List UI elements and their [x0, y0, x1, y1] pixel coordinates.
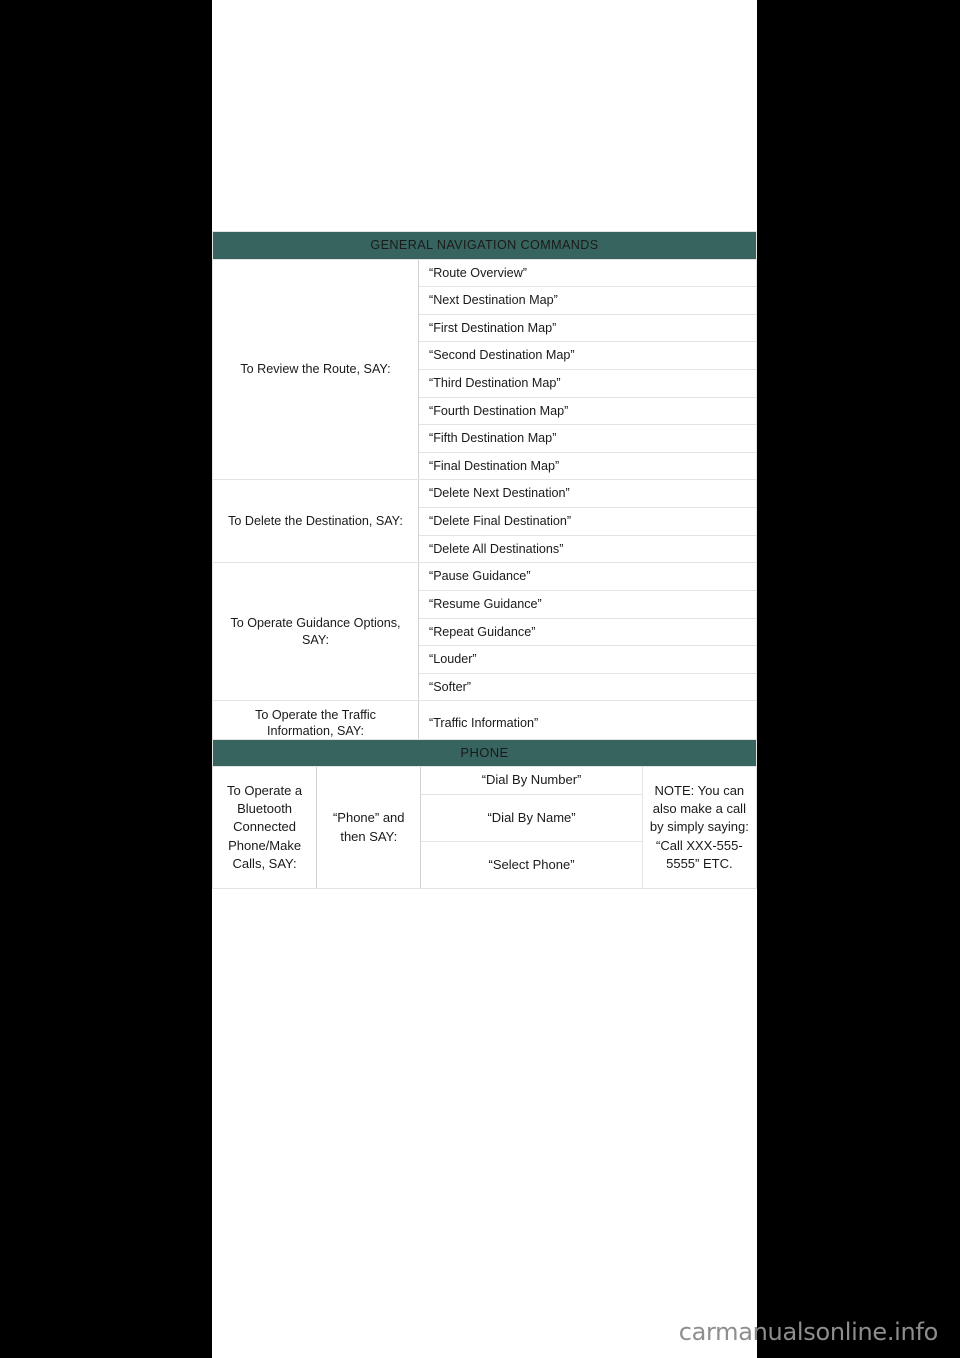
- nav-group-label-review-route: To Review the Route, SAY:: [212, 258, 419, 481]
- phone-command-cell: “Select Phone”: [420, 840, 643, 889]
- nav-command-cell: “Pause Guidance”: [418, 562, 757, 591]
- nav-command-cell: “Louder”: [418, 645, 757, 674]
- nav-command-cell: “First Destination Map”: [418, 313, 757, 343]
- table-row: To Operate a Bluetooth Connected Phone/M…: [211, 766, 758, 889]
- phone-row-label: To Operate a Bluetooth Connected Phone/M…: [211, 766, 318, 889]
- nav-group-label-delete-destination: To Delete the Destination, SAY:: [212, 479, 419, 564]
- table-title-row: GENERAL NAVIGATION COMMANDS: [212, 231, 757, 260]
- phone-note-cell: NOTE: You can also make a call by simply…: [641, 766, 758, 889]
- table-row: To Review the Route, SAY: “Route Overvie…: [212, 258, 757, 481]
- nav-table-title: GENERAL NAVIGATION COMMANDS: [212, 231, 757, 260]
- nav-command-cell: “Resume Guidance”: [418, 589, 757, 619]
- nav-command-cell: “Delete All Destinations”: [418, 534, 757, 564]
- phone-command-cell: “Dial By Name”: [420, 793, 643, 842]
- nav-command-cell: “Next Destination Map”: [418, 286, 757, 315]
- nav-command-cell: “Second Destination Map”: [418, 341, 757, 371]
- nav-command-cell: “Route Overview”: [418, 258, 757, 288]
- nav-command-cell: “Repeat Guidance”: [418, 617, 757, 647]
- table-row: To Delete the Destination, SAY: “Delete …: [212, 479, 757, 564]
- table-title-row: PHONE: [212, 738, 757, 768]
- nav-command-cell: “Softer”: [418, 672, 757, 702]
- phone-command-cell: “Dial By Number”: [420, 766, 643, 795]
- nav-command-cell: “Fourth Destination Map”: [418, 396, 757, 426]
- nav-command-cell: “Third Destination Map”: [418, 369, 757, 398]
- nav-command-cell: “Fifth Destination Map”: [418, 424, 757, 453]
- page-root: GENERAL NAVIGATION COMMANDS To Review th…: [0, 0, 960, 1358]
- phone-prefix-label: “Phone” and then SAY:: [316, 766, 422, 889]
- nav-command-cell: “Final Destination Map”: [418, 451, 757, 481]
- phone-table-title: PHONE: [212, 738, 757, 768]
- phone-commands-table: PHONE To Operate a Bluetooth Connected P…: [211, 738, 758, 889]
- general-navigation-commands-table: GENERAL NAVIGATION COMMANDS To Review th…: [212, 231, 757, 774]
- nav-command-cell: “Delete Next Destination”: [418, 479, 757, 509]
- nav-group-label-guidance-options: To Operate Guidance Options, SAY:: [212, 562, 419, 702]
- site-watermark: carmanualsonline.info: [678, 1318, 939, 1346]
- nav-command-cell: “Delete Final Destination”: [418, 507, 757, 536]
- table-row: To Operate Guidance Options, SAY: “Pause…: [212, 562, 757, 702]
